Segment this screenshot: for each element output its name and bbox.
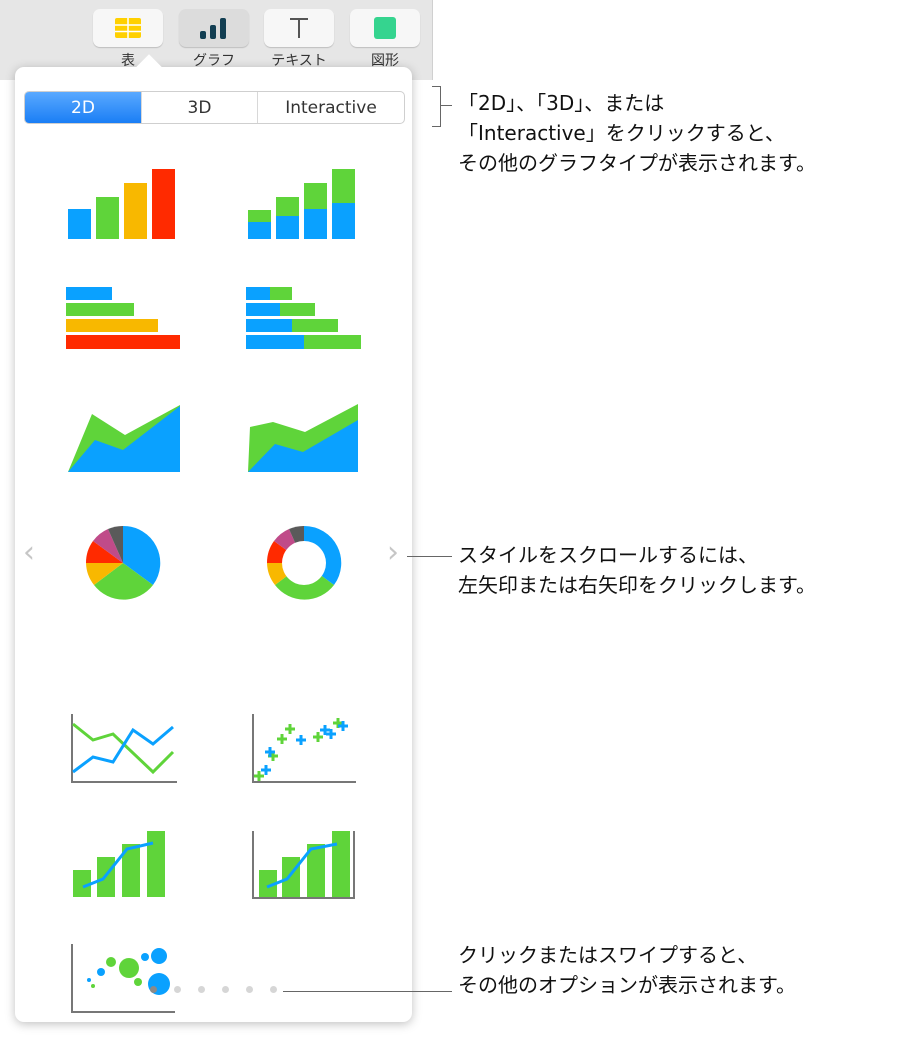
table-icon xyxy=(115,18,141,38)
page-dot[interactable] xyxy=(270,986,277,993)
text-icon xyxy=(290,18,308,38)
area-chart-style[interactable] xyxy=(65,402,185,477)
tab-interactive[interactable]: Interactive xyxy=(257,92,404,123)
tabs-callout-bracket xyxy=(432,86,441,127)
previous-arrow-icon[interactable]: ‹ xyxy=(23,535,35,570)
callout-line xyxy=(407,556,452,557)
page-dot[interactable] xyxy=(198,986,205,993)
chart-popover: 2D 3D Interactive ‹ › xyxy=(15,54,412,1022)
line-chart-style[interactable] xyxy=(71,712,181,787)
stacked-area-chart-style[interactable] xyxy=(245,402,365,477)
bubble-chart-style[interactable] xyxy=(71,942,181,1017)
column-chart-style[interactable] xyxy=(65,167,185,242)
table-button[interactable] xyxy=(93,9,163,47)
donut-chart-style[interactable] xyxy=(266,525,342,601)
mixed-chart-style[interactable] xyxy=(71,827,181,902)
chart-button[interactable] xyxy=(179,9,249,47)
stacked-column-chart-style[interactable] xyxy=(245,167,365,242)
callout-line xyxy=(440,105,452,106)
page-dot[interactable] xyxy=(246,986,253,993)
chart-type-segmented-control: 2D 3D Interactive xyxy=(24,91,405,124)
pie-chart-style[interactable] xyxy=(85,525,161,601)
bar-chart-style[interactable] xyxy=(65,285,185,355)
page-dot[interactable] xyxy=(174,986,181,993)
shape-icon xyxy=(374,17,396,39)
arrows-callout-text: スタイルをスクロールするには、 左矢印または右矢印をクリックします。 xyxy=(458,543,816,597)
tabs-callout-text: 「2D」、「3D」、または 「Interactive」をクリックすると、 その他… xyxy=(458,91,816,175)
next-arrow-icon[interactable]: › xyxy=(387,535,399,570)
shape-button[interactable] xyxy=(350,9,420,47)
scatter-chart-style[interactable] xyxy=(252,712,362,787)
callout-line xyxy=(283,991,452,992)
dots-callout-text: クリックまたはスワイプすると、 その他のオプションが表示されます。 xyxy=(458,943,796,997)
chart-icon xyxy=(200,18,226,39)
stacked-bar-chart-style[interactable] xyxy=(245,285,365,355)
text-button[interactable] xyxy=(264,9,334,47)
page-dot[interactable] xyxy=(150,986,157,993)
tab-2d[interactable]: 2D xyxy=(25,92,141,123)
tab-3d[interactable]: 3D xyxy=(141,92,257,123)
two-axis-chart-style[interactable] xyxy=(252,827,362,902)
page-dot[interactable] xyxy=(222,986,229,993)
